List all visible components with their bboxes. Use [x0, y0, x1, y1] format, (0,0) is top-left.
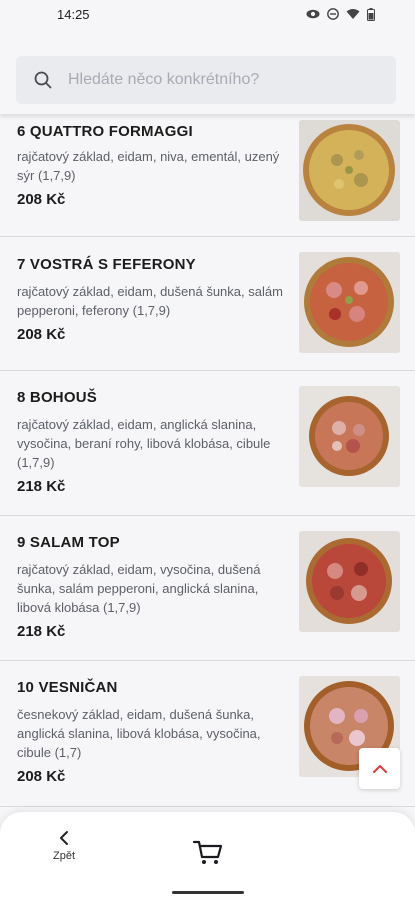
pizza-image — [299, 531, 400, 632]
home-indicator[interactable] — [172, 891, 244, 894]
search-bar[interactable] — [16, 56, 396, 104]
item-name: 7 VOSTRÁ S FEFERONY — [17, 256, 196, 273]
item-description: rajčatový základ, eidam, vysočina, dušen… — [17, 562, 261, 615]
eye-icon — [306, 9, 320, 19]
wifi-icon — [346, 9, 360, 19]
item-name: 10 VESNIČAN — [17, 679, 118, 696]
back-label: Zpět — [52, 850, 75, 862]
item-description: rajčatový základ, eidam, dušená šunka, s… — [17, 284, 283, 318]
cart-icon — [192, 840, 223, 864]
cart-button[interactable] — [190, 834, 226, 870]
status-icons — [306, 7, 375, 21]
search-input[interactable] — [68, 71, 368, 89]
item-price: 208 Kč — [17, 326, 66, 343]
status-bar: 14:25 — [0, 0, 415, 28]
list-item[interactable]: 10 VESNIČAN česnekový základ, eidam, duš… — [0, 661, 415, 807]
list-item[interactable]: 7 VOSTRÁ S FEFERONY rajčatový základ, ei… — [0, 237, 415, 371]
item-price: 218 Kč — [17, 623, 66, 640]
pizza-image — [299, 386, 400, 487]
item-description: rajčatový základ, eidam, anglická slanin… — [17, 417, 271, 470]
search-icon — [34, 71, 52, 89]
bottom-bar: Zpět — [0, 812, 415, 900]
do-not-disturb-icon — [327, 8, 339, 20]
item-name: 8 BOHOUŠ — [17, 389, 97, 406]
back-button[interactable]: Zpět — [40, 830, 88, 872]
pizza-image — [299, 252, 400, 353]
item-price: 218 Kč — [17, 478, 66, 495]
list-item[interactable]: 9 SALAM TOP rajčatový základ, eidam, vys… — [0, 516, 415, 661]
menu-list[interactable]: 6 QUATTRO FORMAGGI rajčatový základ, eid… — [0, 114, 415, 814]
item-description: česnekový základ, eidam, dušená šunka, a… — [17, 707, 261, 760]
item-price: 208 Kč — [17, 191, 66, 208]
list-item[interactable]: 8 BOHOUŠ rajčatový základ, eidam, anglic… — [0, 371, 415, 516]
search-header — [0, 38, 415, 114]
item-price: 208 Kč — [17, 768, 66, 785]
scroll-to-top-button[interactable] — [359, 748, 400, 789]
status-time: 14:25 — [57, 6, 90, 22]
item-name: 6 QUATTRO FORMAGGI — [17, 123, 193, 140]
list-item[interactable]: 6 QUATTRO FORMAGGI rajčatový základ, eid… — [0, 114, 415, 237]
battery-icon — [367, 7, 375, 21]
chevron-up-icon — [372, 764, 387, 773]
chevron-left-icon — [60, 831, 68, 845]
item-name: 9 SALAM TOP — [17, 534, 120, 551]
pizza-image — [299, 120, 400, 221]
item-description: rajčatový základ, eidam, niva, ementál, … — [17, 149, 280, 183]
